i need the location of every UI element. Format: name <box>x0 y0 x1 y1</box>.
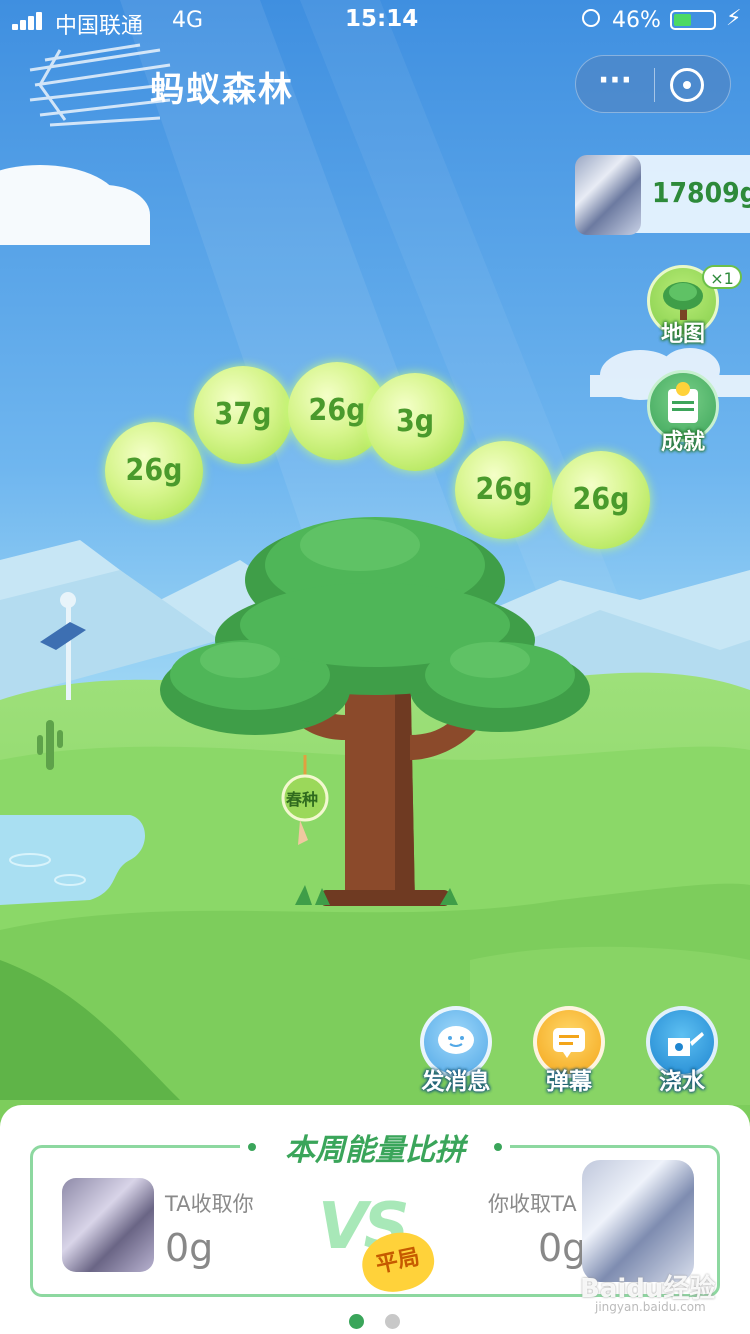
ta-collected-label: TA收取你 <box>165 1192 254 1216</box>
you-collected-label: 你收取TA <box>488 1192 577 1216</box>
page-title: 蚂蚁森林 <box>150 70 294 110</box>
message-label: 发消息 <box>421 1069 491 1095</box>
energy-ball[interactable]: 26g <box>455 441 553 539</box>
map-label: 地图 <box>660 322 705 347</box>
friend-avatar[interactable] <box>62 1178 154 1272</box>
map-badge: ×1 <box>702 265 742 289</box>
my-avatar[interactable] <box>582 1160 694 1282</box>
charging-icon: ⚡ <box>726 6 742 31</box>
barrage-label: 弹幕 <box>546 1069 592 1095</box>
clock: 15:14 <box>345 6 419 32</box>
achievement-label: 成就 <box>660 430 705 455</box>
you-collected-value: 0g <box>538 1226 587 1270</box>
pager-dot[interactable] <box>385 1314 400 1329</box>
tree-tag-label[interactable]: 春种 <box>286 786 318 810</box>
capsule-divider <box>654 68 655 102</box>
energy-ball[interactable]: 26g <box>105 422 203 520</box>
battery-percent: 46% <box>612 8 661 33</box>
battery-icon <box>670 10 716 30</box>
ta-collected-value: 0g <box>165 1226 214 1270</box>
more-button[interactable]: ··· <box>576 56 654 114</box>
energy-ball[interactable]: 3g <box>366 373 464 471</box>
energy-ball[interactable]: 26g <box>552 451 650 549</box>
energy-ball[interactable]: 37g <box>194 366 292 464</box>
signal-icon <box>12 12 48 30</box>
title-dot-right <box>494 1143 502 1151</box>
weekly-pk-title: 本周能量比拼 <box>285 1133 465 1168</box>
close-icon[interactable] <box>670 68 704 102</box>
pager-dot[interactable] <box>349 1314 364 1329</box>
user-avatar[interactable] <box>575 155 641 235</box>
alarm-icon <box>582 9 600 27</box>
energy-total: 17809g <box>652 176 750 209</box>
water-label: 浇水 <box>659 1069 705 1095</box>
mini-program-capsule: ··· <box>575 55 731 113</box>
watermark-url: jingyan.baidu.com <box>595 1300 706 1314</box>
